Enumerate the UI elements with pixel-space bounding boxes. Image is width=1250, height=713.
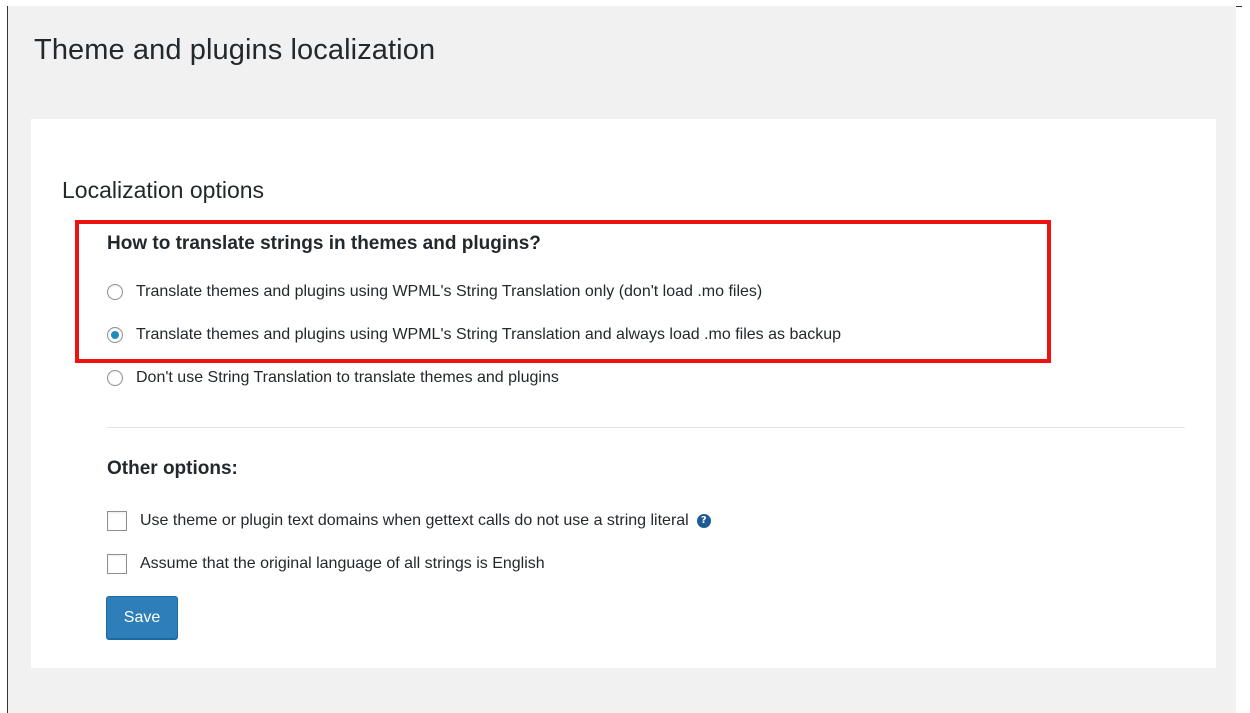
radio-option-load-mo-backup[interactable]: Translate themes and plugins using WPML'… (107, 326, 841, 344)
section-divider (107, 427, 1185, 428)
save-button[interactable]: Save (106, 596, 178, 639)
localization-card: Localization options How to translate st… (31, 119, 1216, 668)
checkbox[interactable] (107, 511, 127, 531)
checkbox-option-label: Assume that the original language of all… (140, 555, 545, 572)
radio-option-no-string-translation[interactable]: Don't use String Translation to translat… (107, 369, 559, 387)
radio-option-label: Translate themes and plugins using WPML'… (136, 283, 763, 300)
translation-question: How to translate strings in themes and p… (107, 233, 541, 254)
radio-button[interactable] (107, 284, 123, 300)
radio-button[interactable] (107, 370, 123, 386)
radio-option-label: Translate themes and plugins using WPML'… (136, 326, 842, 343)
checkbox-option-text-domains[interactable]: Use theme or plugin text domains when ge… (107, 511, 711, 531)
checkbox-option-label: Use theme or plugin text domains when ge… (140, 512, 689, 529)
other-options-title: Other options: (107, 458, 238, 479)
section-title: Localization options (62, 177, 265, 203)
checkbox-option-english-original[interactable]: Assume that the original language of all… (107, 554, 545, 574)
admin-content-area: Theme and plugins localization Localizat… (8, 6, 1236, 713)
radio-option-string-translation-only[interactable]: Translate themes and plugins using WPML'… (107, 283, 762, 301)
radio-option-label: Don't use String Translation to translat… (136, 369, 559, 386)
radio-button-selected[interactable] (107, 327, 123, 343)
page-title: Theme and plugins localization (34, 34, 436, 66)
checkbox[interactable] (107, 554, 127, 574)
question-circle-icon[interactable]: ? (696, 514, 711, 528)
